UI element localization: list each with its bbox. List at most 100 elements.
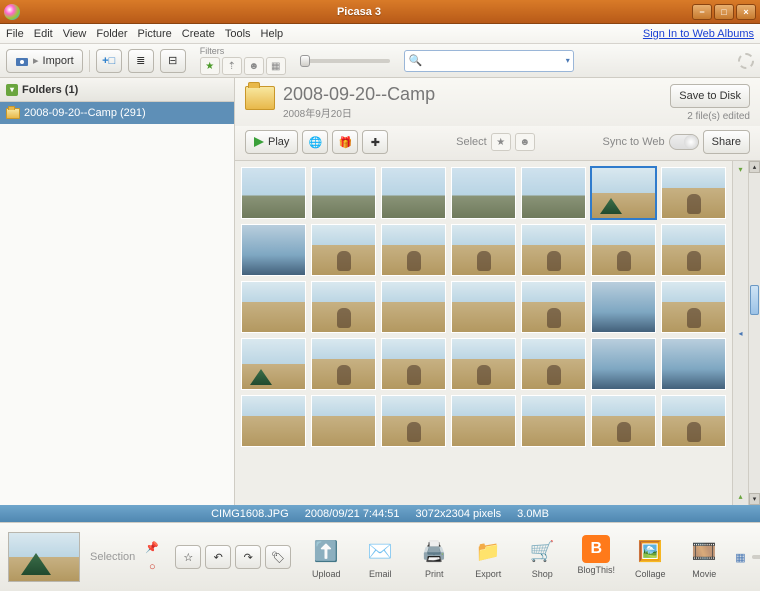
thumbnail[interactable] — [311, 395, 376, 447]
menu-create[interactable]: Create — [182, 28, 215, 40]
thumbnail[interactable] — [661, 395, 726, 447]
scroll-down-icon[interactable]: ▾ — [749, 493, 760, 505]
save-to-disk-button[interactable]: Save to Disk — [670, 84, 750, 108]
scroll-up-icon[interactable]: ▴ — [749, 161, 760, 173]
movie-button[interactable]: 🎞️Movie — [681, 535, 727, 579]
thumbnail[interactable] — [241, 281, 306, 333]
chevron-down-icon[interactable]: ▾ — [566, 56, 570, 65]
play-button[interactable]: Play — [245, 130, 298, 154]
thumbnail[interactable] — [521, 167, 586, 219]
selection-thumbnail[interactable] — [8, 532, 80, 582]
thumbnail[interactable] — [381, 224, 446, 276]
menu-help[interactable]: Help — [261, 28, 284, 40]
thumbnail[interactable] — [451, 167, 516, 219]
folder-actions: Play 🌐 🎁 ✚ Select ★ ☻ Sync to Web Share — [235, 126, 760, 161]
signin-link[interactable]: Sign In to Web Albums — [643, 28, 754, 40]
hold-pin-icon[interactable]: 📌 — [145, 540, 159, 554]
blog-button[interactable]: BBlogThis! — [573, 535, 619, 579]
collapse-icon[interactable]: ▾ — [6, 84, 18, 96]
flat-view-button[interactable]: ≣ — [128, 49, 154, 73]
thumbnail[interactable] — [241, 395, 306, 447]
thumbnail[interactable] — [381, 395, 446, 447]
thumbnail[interactable] — [591, 224, 656, 276]
search-field[interactable] — [422, 55, 568, 67]
menu-picture[interactable]: Picture — [138, 28, 172, 40]
thumbnail[interactable] — [521, 338, 586, 390]
marker-bar[interactable]: ▾ ◂ ▴ — [732, 161, 748, 505]
menu-file[interactable]: File — [6, 28, 24, 40]
thumbnail[interactable] — [381, 167, 446, 219]
thumbnail[interactable] — [591, 281, 656, 333]
thumbnail[interactable] — [241, 224, 306, 276]
thumbnail[interactable] — [591, 338, 656, 390]
tree-view-button[interactable]: ⊟ — [160, 49, 186, 73]
collage-button[interactable]: 🖼️Collage — [627, 535, 673, 579]
menu-tools[interactable]: Tools — [225, 28, 251, 40]
rotate-left-button[interactable]: ↶ — [205, 545, 231, 569]
add-folder-button[interactable]: +□ — [96, 49, 122, 73]
rotate-right-button[interactable]: ↷ — [235, 545, 261, 569]
sidebar-item-camp[interactable]: 2008-09-20--Camp (291) — [0, 102, 234, 124]
thumbnail[interactable] — [451, 224, 516, 276]
thumbnail[interactable] — [311, 224, 376, 276]
status-size: 3.0MB — [517, 508, 549, 520]
thumbnail[interactable] — [521, 281, 586, 333]
filter-upload-icon[interactable]: ⇡ — [222, 57, 242, 75]
thumbnail[interactable] — [241, 167, 306, 219]
select-face-icon[interactable]: ☻ — [515, 133, 535, 151]
print-button[interactable]: 🖨️Print — [411, 535, 457, 579]
mid-buttons: ☆ ↶ ↷ 🏷 — [175, 545, 291, 569]
filter-movie-icon[interactable]: ▦ — [266, 57, 286, 75]
select-star-icon[interactable]: ★ — [491, 133, 511, 151]
folder-icon — [6, 108, 20, 119]
maximize-button[interactable]: □ — [714, 4, 734, 20]
menu-folder[interactable]: Folder — [96, 28, 127, 40]
thumbnail[interactable] — [521, 224, 586, 276]
search-input[interactable]: 🔍 ▾ — [404, 50, 574, 72]
minimize-button[interactable]: − — [692, 4, 712, 20]
thumbnail[interactable] — [241, 338, 306, 390]
share-button[interactable]: Share — [703, 130, 750, 154]
thumbnail[interactable] — [661, 338, 726, 390]
upload-button[interactable]: ⬆️Upload — [303, 535, 349, 579]
folder-date: 2008年9月20日 — [283, 105, 435, 120]
shop-button[interactable]: 🛒Shop — [519, 535, 565, 579]
star-button[interactable]: ☆ — [175, 545, 201, 569]
filter-slider[interactable] — [300, 59, 390, 63]
thumbnail[interactable] — [311, 167, 376, 219]
close-button[interactable]: × — [736, 4, 756, 20]
thumbnail[interactable] — [661, 281, 726, 333]
thumbnail[interactable] — [311, 338, 376, 390]
tag-folder-button[interactable]: 🏷 — [265, 545, 291, 569]
thumbnail[interactable] — [661, 224, 726, 276]
thumbnail[interactable] — [451, 395, 516, 447]
thumbnail[interactable] — [521, 395, 586, 447]
geotag-button[interactable]: 🌐 — [302, 130, 328, 154]
email-button[interactable]: ✉️Email — [357, 535, 403, 579]
filter-face-icon[interactable]: ☻ — [244, 57, 264, 75]
window-title: Picasa 3 — [26, 6, 692, 18]
thumbnail-selected[interactable] — [591, 167, 656, 219]
sync-label: Sync to Web — [602, 136, 664, 148]
tag-button[interactable]: ✚ — [362, 130, 388, 154]
scroll-knob[interactable] — [750, 285, 759, 315]
thumbnail[interactable] — [661, 167, 726, 219]
filter-star-icon[interactable]: ★ — [200, 57, 220, 75]
thumbnail[interactable] — [451, 338, 516, 390]
import-button[interactable]: ▸ Import — [6, 49, 83, 73]
export-button[interactable]: 📁Export — [465, 535, 511, 579]
sync-toggle[interactable] — [669, 134, 699, 150]
thumbnail[interactable] — [311, 281, 376, 333]
thumbnail[interactable] — [381, 338, 446, 390]
menu-edit[interactable]: Edit — [34, 28, 53, 40]
thumbnail[interactable] — [381, 281, 446, 333]
gift-button[interactable]: 🎁 — [332, 130, 358, 154]
clear-sel-icon[interactable]: ○ — [145, 560, 159, 574]
content: 2008-09-20--Camp 2008年9月20日 Save to Disk… — [235, 78, 760, 505]
thumbnail[interactable] — [591, 395, 656, 447]
scrollbar[interactable]: ▴ ▾ — [748, 161, 760, 505]
folders-header[interactable]: ▾ Folders (1) — [0, 78, 234, 102]
zoom-slider[interactable] — [752, 555, 760, 559]
thumbnail[interactable] — [451, 281, 516, 333]
menu-view[interactable]: View — [63, 28, 87, 40]
